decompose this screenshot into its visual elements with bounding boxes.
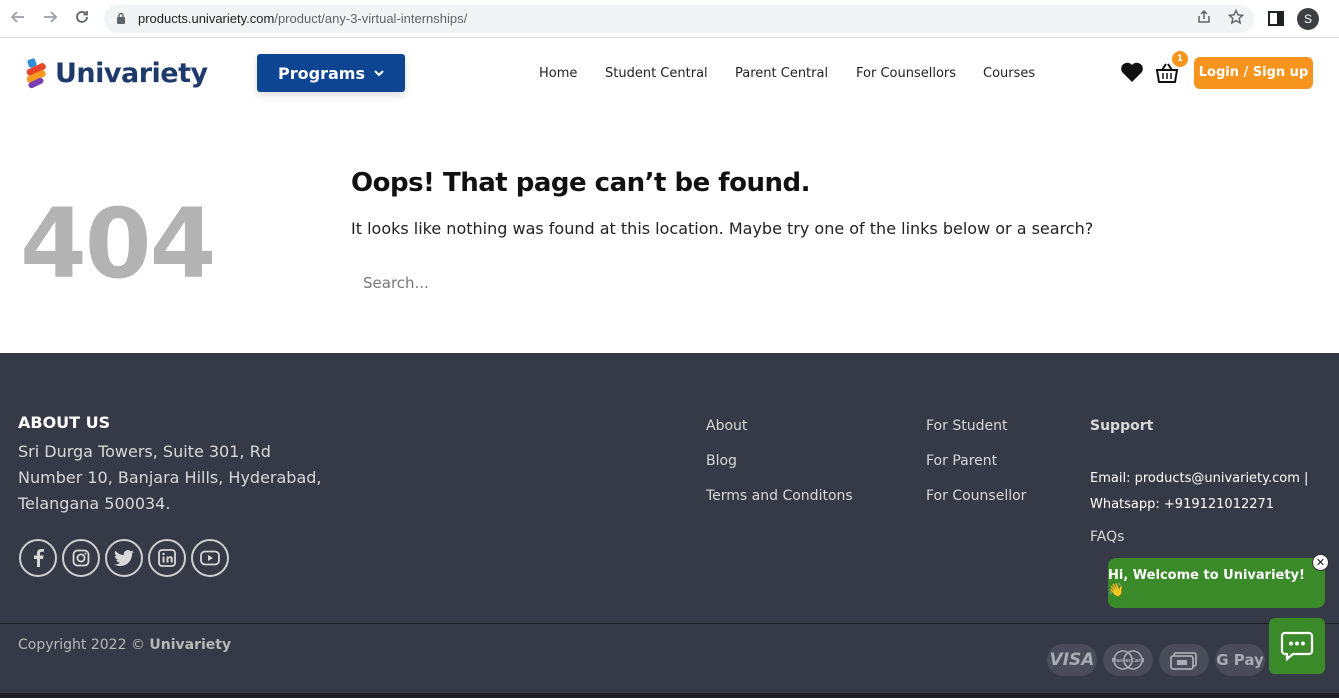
google-pay-icon: G Pay [1215,644,1265,676]
site-header: Univariety Programs Home Student Central… [0,39,1339,111]
forward-arrow-icon[interactable] [40,9,60,29]
youtube-icon[interactable] [191,539,229,577]
about-heading: ABOUT US [18,413,111,432]
error-code: 404 [20,188,216,300]
address: Sri Durga Towers, Suite 301, Rd Number 1… [18,439,338,517]
address-bar[interactable]: products.univariety.com/product/any-3-vi… [104,5,1254,33]
programs-label: Programs [278,63,365,83]
address-line: Number 10, Banjara Hills, Hyderabad, [18,468,322,487]
share-icon[interactable] [1194,9,1214,29]
footer-divider [0,623,1339,624]
page-title: Oops! That page can’t be found. [351,168,811,198]
error-description: It looks like nothing was found at this … [351,219,1094,238]
nav-for-counsellors[interactable]: For Counsellors [856,66,956,81]
reload-icon[interactable] [72,9,92,29]
support-heading: Support [1090,418,1154,434]
support-email[interactable]: Email: products@univariety.com | [1090,466,1330,492]
cash-icon [1159,644,1209,676]
address-line: Telangana 500034. [18,494,171,513]
support-whatsapp[interactable]: Whatsapp: +919121012271 [1090,492,1330,518]
visa-icon: VISA [1047,644,1097,676]
bookmark-star-icon[interactable] [1226,8,1246,29]
profile-avatar[interactable]: S [1297,8,1319,30]
chat-welcome-bubble[interactable]: Hi, Welcome to Univariety! 👋 [1108,558,1325,608]
logo-mark-icon [26,58,46,89]
chat-icon [1280,631,1314,662]
twitter-icon[interactable] [105,539,143,577]
side-panel-icon[interactable] [1268,11,1284,26]
cart-count-badge: 1 [1172,51,1188,67]
footer-link-terms[interactable]: Terms and Conditons [706,488,853,504]
mastercard-icon: MasterCard [1103,644,1153,676]
univariety-logo[interactable]: Univariety [25,55,208,91]
logo-text: Univariety [55,57,208,89]
login-signup-button[interactable]: Login / Sign up [1194,57,1313,89]
copyright-prefix: Copyright 2022 © [18,637,145,653]
copyright-brand: Univariety [149,637,232,653]
support-contact: Email: products@univariety.com | Whatsap… [1090,466,1330,518]
browser-toolbar: products.univariety.com/product/any-3-vi… [0,0,1339,38]
search-input[interactable] [351,266,811,300]
footer-link-faqs[interactable]: FAQs [1090,529,1124,545]
instagram-icon[interactable] [62,539,100,577]
address-line: Sri Durga Towers, Suite 301, Rd [18,442,271,461]
linkedin-icon[interactable] [148,539,186,577]
footer-link-for-student[interactable]: For Student [926,418,1007,434]
chat-close-icon[interactable]: ✕ [1312,554,1329,571]
mastercard-label: MasterCard [1112,658,1145,664]
footer-link-about[interactable]: About [706,418,747,434]
nav-student-central[interactable]: Student Central [605,66,708,81]
footer-link-blog[interactable]: Blog [706,453,737,469]
copyright: Copyright 2022 © Univariety [18,637,231,653]
footer-link-for-counsellor[interactable]: For Counsellor [926,488,1026,504]
back-arrow-icon[interactable] [8,9,28,29]
nav-home[interactable]: Home [539,66,577,81]
footer-bottom-strip [0,693,1339,698]
chat-launcher-button[interactable] [1269,618,1325,674]
lock-icon [117,12,125,24]
footer-link-for-parent[interactable]: For Parent [926,453,997,469]
url-text: products.univariety.com/product/any-3-vi… [138,11,468,26]
nav-parent-central[interactable]: Parent Central [735,66,828,81]
programs-button[interactable]: Programs [257,54,405,92]
facebook-icon[interactable] [19,539,57,577]
site-footer: ABOUT US Sri Durga Towers, Suite 301, Rd… [0,353,1339,698]
chevron-down-icon [374,67,384,80]
wishlist-heart-icon[interactable] [1120,61,1144,83]
nav-courses[interactable]: Courses [983,66,1035,81]
